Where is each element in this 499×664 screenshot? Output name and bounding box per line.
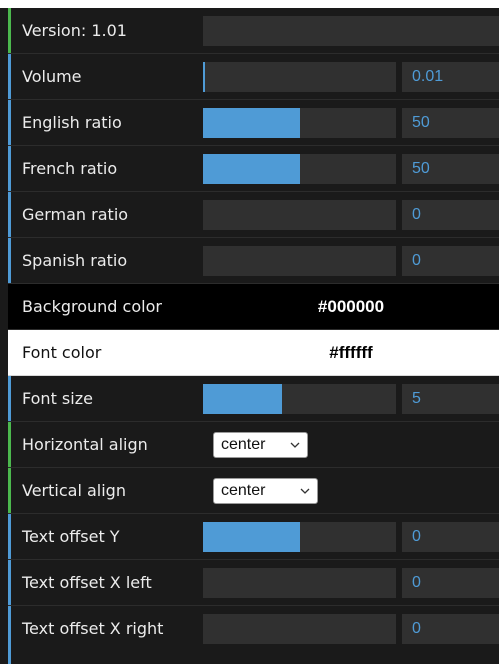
volume-label: Volume bbox=[22, 67, 82, 86]
volume-value-input[interactable]: 0.01 bbox=[402, 62, 499, 92]
row-accent bbox=[8, 100, 11, 145]
english-ratio-row: English ratio 50 bbox=[8, 100, 499, 146]
english-ratio-label: English ratio bbox=[22, 113, 122, 132]
font-color-swatch[interactable]: #ffffff bbox=[203, 337, 499, 369]
row-accent bbox=[8, 238, 11, 283]
background-color-swatch[interactable]: #000000 bbox=[203, 291, 499, 323]
version-label: Version: 1.01 bbox=[22, 21, 127, 40]
spanish-ratio-slider[interactable] bbox=[203, 246, 396, 276]
text-offset-y-slider-fill bbox=[203, 522, 300, 552]
row-accent bbox=[8, 146, 11, 191]
horizontal-align-selected-value: center bbox=[221, 436, 266, 453]
german-ratio-slider[interactable] bbox=[203, 200, 396, 230]
row-accent bbox=[8, 8, 11, 53]
row-accent bbox=[8, 54, 11, 99]
text-offset-y-row: Text offset Y 0 bbox=[8, 514, 499, 560]
vertical-align-label: Vertical align bbox=[22, 481, 126, 500]
volume-row: Volume 0.01 bbox=[8, 54, 499, 100]
spanish-ratio-row: Spanish ratio 0 bbox=[8, 238, 499, 284]
chevron-down-icon bbox=[290, 442, 300, 448]
text-offset-y-slider[interactable] bbox=[203, 522, 396, 552]
english-ratio-value-input[interactable]: 50 bbox=[402, 108, 499, 138]
row-accent bbox=[8, 606, 11, 664]
font-color-row: Font color #ffffff bbox=[8, 330, 499, 376]
text-offset-y-label: Text offset Y bbox=[22, 527, 120, 546]
row-accent bbox=[8, 560, 11, 605]
spanish-ratio-value-input[interactable]: 0 bbox=[402, 246, 499, 276]
settings-panel: Version: 1.01 Volume 0.01 English ratio … bbox=[8, 8, 499, 664]
horizontal-align-row: Horizontal align center bbox=[8, 422, 499, 468]
horizontal-align-select[interactable]: center bbox=[213, 432, 308, 458]
text-offset-x-right-slider[interactable] bbox=[203, 614, 396, 644]
version-row: Version: 1.01 bbox=[8, 8, 499, 54]
german-ratio-row: German ratio 0 bbox=[8, 192, 499, 238]
row-accent bbox=[8, 422, 11, 467]
row-accent bbox=[8, 376, 11, 421]
text-offset-x-left-label: Text offset X left bbox=[22, 573, 152, 592]
vertical-align-select[interactable]: center bbox=[213, 478, 318, 504]
background-color-row: Background color #000000 bbox=[8, 284, 499, 330]
french-ratio-label: French ratio bbox=[22, 159, 118, 178]
german-ratio-label: German ratio bbox=[22, 205, 129, 224]
volume-slider[interactable] bbox=[203, 62, 396, 92]
english-ratio-slider[interactable] bbox=[203, 108, 396, 138]
text-offset-x-left-slider[interactable] bbox=[203, 568, 396, 598]
font-size-slider-fill bbox=[203, 384, 282, 414]
french-ratio-slider[interactable] bbox=[203, 154, 396, 184]
german-ratio-value-input[interactable]: 0 bbox=[402, 200, 499, 230]
version-field bbox=[203, 16, 499, 46]
text-offset-x-right-label: Text offset X right bbox=[22, 619, 164, 638]
french-ratio-row: French ratio 50 bbox=[8, 146, 499, 192]
spanish-ratio-label: Spanish ratio bbox=[22, 251, 128, 270]
background-color-label: Background color bbox=[22, 297, 162, 316]
vertical-align-selected-value: center bbox=[221, 482, 266, 499]
french-ratio-value-input[interactable]: 50 bbox=[402, 154, 499, 184]
font-size-value-input[interactable]: 5 bbox=[402, 384, 499, 414]
font-size-label: Font size bbox=[22, 389, 93, 408]
top-edge bbox=[0, 0, 499, 8]
french-ratio-slider-fill bbox=[203, 154, 300, 184]
chevron-down-icon bbox=[300, 488, 310, 494]
font-size-row: Font size 5 bbox=[8, 376, 499, 422]
font-color-label: Font color bbox=[22, 343, 102, 362]
row-accent bbox=[8, 468, 11, 513]
english-ratio-slider-fill bbox=[203, 108, 300, 138]
row-accent bbox=[8, 192, 11, 237]
text-offset-x-left-value-input[interactable]: 0 bbox=[402, 568, 499, 598]
volume-slider-fill bbox=[203, 62, 205, 92]
text-offset-x-right-row: Text offset X right 0 bbox=[8, 606, 499, 664]
text-offset-x-left-row: Text offset X left 0 bbox=[8, 560, 499, 606]
text-offset-y-value-input[interactable]: 0 bbox=[402, 522, 499, 552]
font-size-slider[interactable] bbox=[203, 384, 396, 414]
text-offset-x-right-value-input[interactable]: 0 bbox=[402, 614, 499, 644]
row-accent bbox=[8, 514, 11, 559]
vertical-align-row: Vertical align center bbox=[8, 468, 499, 514]
horizontal-align-label: Horizontal align bbox=[22, 435, 148, 454]
